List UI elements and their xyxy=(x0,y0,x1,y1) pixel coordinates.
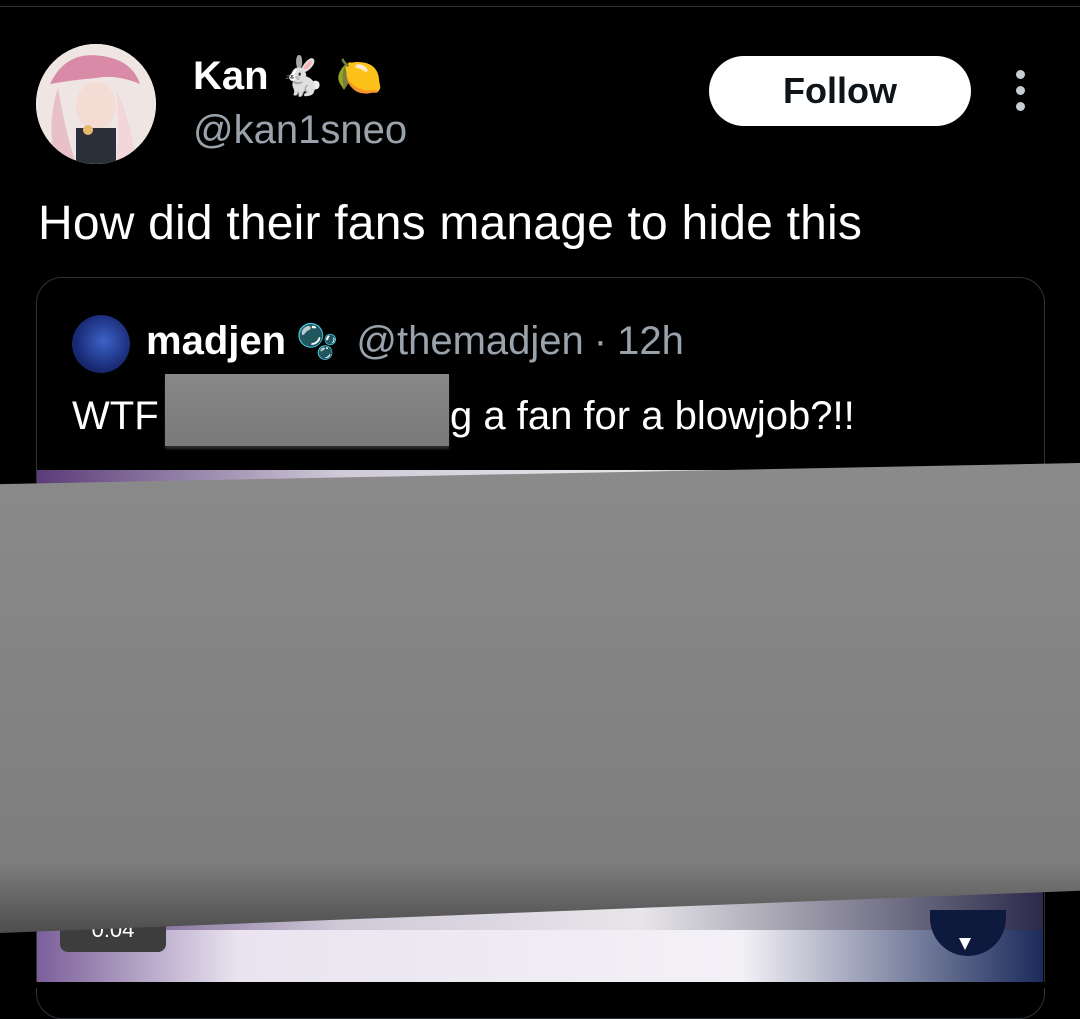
rabbit-emoji-icon: 🐇 xyxy=(278,55,326,98)
quoted-tweet-header: madjen 🫧 @themadjen · 12h xyxy=(146,319,684,364)
quoted-tweet-text: WTF g a fan for a blowjob?!! xyxy=(72,394,855,439)
author-name-text: Kan xyxy=(193,54,269,98)
bottom-edge xyxy=(0,982,1080,988)
quoted-text-suffix: g a fan for a blowjob?!! xyxy=(450,394,855,438)
author-display-name[interactable]: Kan 🐇 🍋 xyxy=(193,54,383,99)
quoted-text-prefix: WTF xyxy=(72,394,159,438)
tweet-text: How did their fans manage to hide this xyxy=(38,197,863,250)
top-divider xyxy=(0,6,1080,7)
more-vertical-icon[interactable] xyxy=(1008,70,1032,112)
meta-separator: · xyxy=(593,319,608,363)
quoted-author-handle: @themadjen xyxy=(356,319,584,363)
avatar-image xyxy=(36,44,156,164)
redaction-box-media xyxy=(0,463,1080,933)
speaker-icon xyxy=(959,938,971,950)
author-handle[interactable]: @kan1sneo xyxy=(193,108,407,153)
follow-button[interactable]: Follow xyxy=(709,56,971,126)
quoted-author-avatar xyxy=(72,315,130,373)
quoted-author-name: madjen xyxy=(146,319,287,363)
redaction-box-text xyxy=(165,374,449,446)
lemon-emoji-icon: 🍋 xyxy=(335,55,384,98)
quoted-tweet-time: 12h xyxy=(617,319,684,363)
quoted-media-bottom xyxy=(37,930,1043,982)
author-avatar[interactable] xyxy=(36,44,156,164)
bubbles-emoji-icon: 🫧 xyxy=(296,322,339,361)
